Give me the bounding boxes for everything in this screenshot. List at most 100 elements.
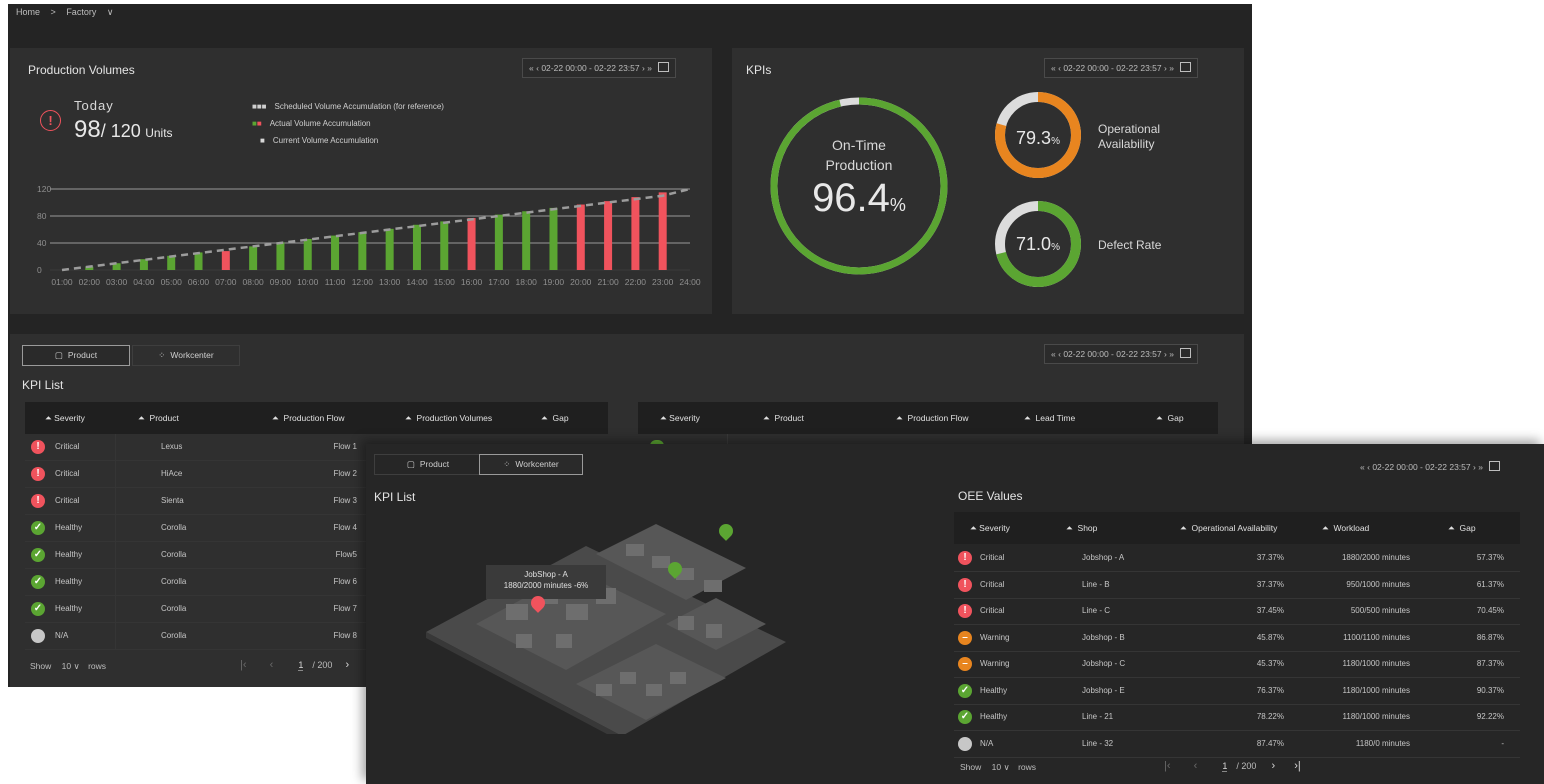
availability-cell: 45.87% — [1256, 632, 1284, 642]
ontime-label-line1: On-Time — [832, 137, 886, 153]
product-cell: Lexus — [161, 442, 183, 451]
header-product[interactable]: ⏶ Product — [763, 413, 804, 424]
last-page-icon[interactable]: » — [1169, 349, 1174, 359]
table-row[interactable]: ✓ Healthy Line - 21 78.22% 1180/1000 minutes… — [954, 704, 1520, 731]
volume-bar — [385, 228, 394, 270]
header-gap-label: Gap — [1459, 523, 1476, 533]
calendar-icon[interactable] — [1180, 348, 1192, 358]
severity-label: Critical — [980, 606, 1005, 615]
table-row[interactable]: N/A Line - 32 87.47% 1180/0 minutes - — [954, 731, 1520, 758]
x-tick-label: 17:00 — [488, 277, 510, 287]
table-row[interactable]: ✓ Healthy Jobshop - E 76.37% 1180/1000 minut… — [954, 678, 1520, 705]
next-icon[interactable]: › — [1164, 349, 1167, 359]
severity-label: Critical — [980, 553, 1005, 562]
first-page-icon[interactable]: |‹ — [1164, 760, 1171, 772]
table-row[interactable]: ! Critical Jobshop - A 37.37% 1880/2000 minu… — [954, 545, 1520, 572]
date-range-selector[interactable]: « ‹ 02-22 00:00 - 02-22 23:57 › » — [1044, 344, 1199, 364]
tab-workcenter[interactable]: ⁘ Workcenter — [132, 345, 240, 366]
availability-label-line1: Operational — [1098, 122, 1161, 136]
tab-product-label: Product — [419, 459, 450, 469]
severity-label: N/A — [980, 738, 994, 748]
prev-icon[interactable]: ‹ — [1367, 462, 1370, 472]
grid-icon: ⁘ — [503, 459, 511, 469]
workload-cell: 1180/1000 minutes — [1342, 685, 1410, 695]
page-number[interactable]: 1 — [1222, 761, 1228, 772]
tab-workcenter-label: Workcenter — [170, 350, 214, 360]
prev-page-icon[interactable]: ‹ — [1194, 760, 1198, 772]
header-gap-label: Gap — [1167, 413, 1184, 423]
rows-per-page-select[interactable]: 10 ∨ — [992, 762, 1010, 772]
y-tick-label: 40 — [37, 238, 47, 248]
show-label: Show — [960, 762, 982, 772]
prev-icon[interactable]: ‹ — [1058, 349, 1061, 359]
volume-bar — [221, 251, 230, 270]
next-page-icon[interactable]: › — [1272, 760, 1276, 772]
tab-workcenter-label: Workcenter — [515, 459, 559, 469]
prev-page-icon[interactable]: ‹ — [270, 659, 274, 671]
cell-divider — [115, 569, 116, 595]
next-page-icon[interactable]: › — [346, 659, 350, 671]
severity-healthy-icon: ✓ — [958, 683, 972, 698]
table-header-right: ⏶ Severity ⏶ Product ⏶ Production Flow ⏶… — [638, 402, 1218, 434]
header-lead-time[interactable]: ⏶ Lead Time — [1024, 413, 1075, 424]
chevron-down-icon[interactable]: ∨ — [107, 7, 114, 17]
header-workload[interactable]: ⏶ Workload — [1322, 523, 1369, 534]
gap-cell: 86.87% — [1476, 632, 1504, 642]
workload-cell: 1180/0 minutes — [1355, 738, 1410, 748]
shop-cell: Line - B — [1082, 579, 1110, 589]
severity-label: Critical — [980, 579, 1005, 589]
first-page-icon[interactable]: « — [1051, 349, 1056, 359]
volume-bar — [467, 218, 476, 270]
header-operational-availability[interactable]: ⏶ Operational Availability — [1180, 523, 1277, 534]
header-severity[interactable]: ⏶ Severity — [660, 413, 700, 424]
last-page-icon[interactable]: ›| — [1294, 760, 1301, 772]
header-gap[interactable]: ⏶ Gap — [541, 413, 569, 424]
x-tick-label: 15:00 — [434, 277, 456, 287]
calendar-icon[interactable] — [1489, 461, 1501, 471]
severity-label: Healthy — [55, 523, 83, 532]
table-row[interactable]: ! Critical Line - C 37.45% 500/500 minutes 70… — [954, 598, 1520, 625]
severity-label: Healthy — [55, 550, 83, 559]
rows-per-page-select[interactable]: 10 ∨ — [62, 661, 80, 671]
header-production-flow[interactable]: ⏶ Production Flow — [896, 413, 968, 424]
header-production-flow[interactable]: ⏶ Production Flow — [272, 413, 344, 424]
table-header-left: ⏶ Severity ⏶ Product ⏶ Production Flow ⏶… — [25, 402, 608, 434]
show-label: Show — [30, 661, 52, 671]
last-page-icon[interactable]: » — [1478, 462, 1483, 472]
header-product-label: Product — [149, 413, 179, 423]
header-gap[interactable]: ⏶ Gap — [1448, 523, 1476, 534]
factory-floor-map[interactable] — [416, 484, 796, 734]
header-severity[interactable]: ⏶ Severity — [45, 413, 85, 424]
header-severity[interactable]: ⏶ Severity — [970, 523, 1010, 534]
header-product[interactable]: ⏶ Product — [138, 413, 179, 424]
header-production-flow-label: Production Flow — [283, 413, 345, 423]
breadcrumb-factory[interactable]: Factory — [66, 7, 96, 17]
defect-value: 71.0% — [998, 234, 1078, 255]
map-tooltip: JobShop - A 1880/2000 minutes -6% — [486, 565, 606, 599]
flow-cell: Flow 8 — [333, 631, 357, 640]
header-gap[interactable]: ⏶ Gap — [1156, 413, 1184, 424]
tab-workcenter[interactable]: ⁘ Workcenter — [479, 454, 583, 475]
page-number[interactable]: 1 — [298, 660, 304, 671]
severity-label: Healthy — [55, 577, 83, 586]
first-page-icon[interactable]: « — [1360, 462, 1365, 472]
availability-cell: 76.37% — [1256, 685, 1284, 695]
x-tick-label: 07:00 — [215, 277, 237, 287]
header-shop[interactable]: ⏶ Shop — [1066, 523, 1097, 534]
severity-healthy-icon: ✓ — [958, 710, 972, 724]
header-production-volumes[interactable]: ⏶ Production Volumes — [405, 413, 492, 424]
scheduled-line — [61, 187, 691, 272]
table-row[interactable]: ! Critical Line - B 37.37% 950/1000 minutes 6… — [954, 572, 1520, 599]
header-gap-label: Gap — [552, 413, 569, 423]
first-page-icon[interactable]: |‹ — [240, 659, 247, 671]
table-row[interactable]: – Warning Jobshop - C 45.37% 1180/1000 minut… — [954, 651, 1520, 678]
workload-cell: 500/500 minutes — [1350, 606, 1410, 615]
x-tick-label: 04:00 — [133, 277, 155, 287]
flow-cell: Flow 6 — [333, 577, 357, 586]
date-range-selector[interactable]: « ‹ 02-22 00:00 - 02-22 23:57 › » — [1354, 458, 1506, 476]
tab-product[interactable]: ▢ Product — [22, 345, 130, 366]
next-icon[interactable]: › — [1473, 462, 1476, 472]
tab-product[interactable]: ▢ Product — [374, 454, 482, 475]
breadcrumb-home[interactable]: Home — [16, 7, 40, 17]
table-row[interactable]: – Warning Jobshop - B 45.87% 1100/1100 minut… — [954, 625, 1520, 652]
